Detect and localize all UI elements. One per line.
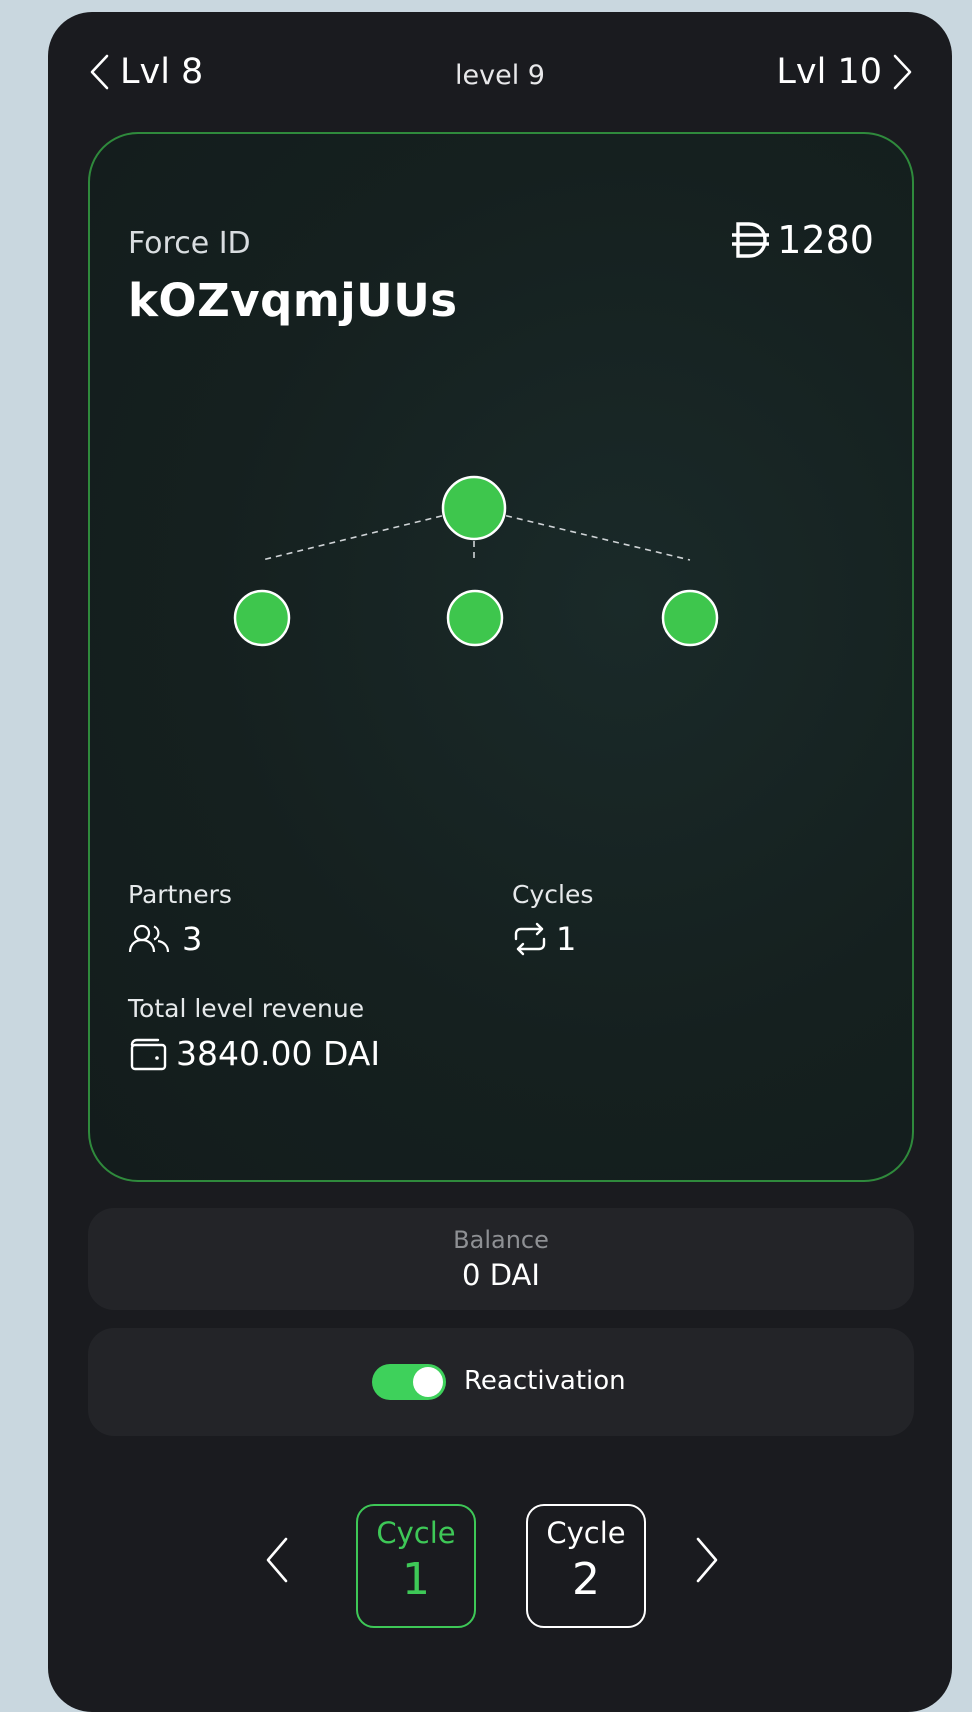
cycles-value: 1 [556,920,577,958]
revenue-value: 3840.00 DAI [176,1034,381,1073]
cycle-1-button[interactable]: Cycle 1 [356,1504,476,1628]
next-level-button[interactable]: Lvl 10 [776,52,914,92]
balance-box: Balance 0 DAI [88,1208,914,1310]
cycles-label: Cycles [512,880,594,909]
level-panel: Lvl 8 level 9 Lvl 10 Force ID kOZvqmjUUs… [48,12,952,1712]
partners-stat: 3 [128,920,202,958]
balance-value: 0 DAI [462,1258,540,1292]
cycle-number: 1 [402,1554,430,1605]
partners-value: 3 [182,920,203,958]
repeat-icon [514,922,546,956]
reactivation-toggle[interactable] [372,1364,446,1400]
revenue-stat: 3840.00 DAI [128,1034,380,1073]
wallet-icon [130,1038,167,1070]
cycle-label: Cycle [546,1516,626,1550]
prev-cycle-button[interactable] [264,1536,290,1584]
tree-node-partner [661,589,719,647]
reactivation-box: Reactivation [88,1328,914,1436]
cycle-label: Cycle [376,1516,456,1550]
tree-link-right [473,507,691,561]
reactivation-label: Reactivation [464,1366,626,1396]
tree-link-left [261,507,475,561]
cycle-number: 2 [572,1554,600,1605]
partner-tree [233,475,719,647]
tree-node-partner [446,589,504,647]
tree-node-partner [233,589,291,647]
level-card: Force ID kOZvqmjUUs 1280 Partners 3 Cycl… [88,132,914,1182]
next-cycle-button[interactable] [694,1536,720,1584]
tree-node-root [441,475,507,541]
cycle-2-button[interactable]: Cycle 2 [526,1504,646,1628]
revenue-label: Total level revenue [128,994,365,1023]
users-icon [128,924,170,953]
next-level-label: Lvl 10 [776,52,882,92]
cycles-stat: 1 [512,920,576,958]
chevron-right-icon [893,54,912,90]
toggle-knob [413,1367,443,1397]
balance-label: Balance [453,1226,549,1254]
partners-label: Partners [128,880,232,909]
